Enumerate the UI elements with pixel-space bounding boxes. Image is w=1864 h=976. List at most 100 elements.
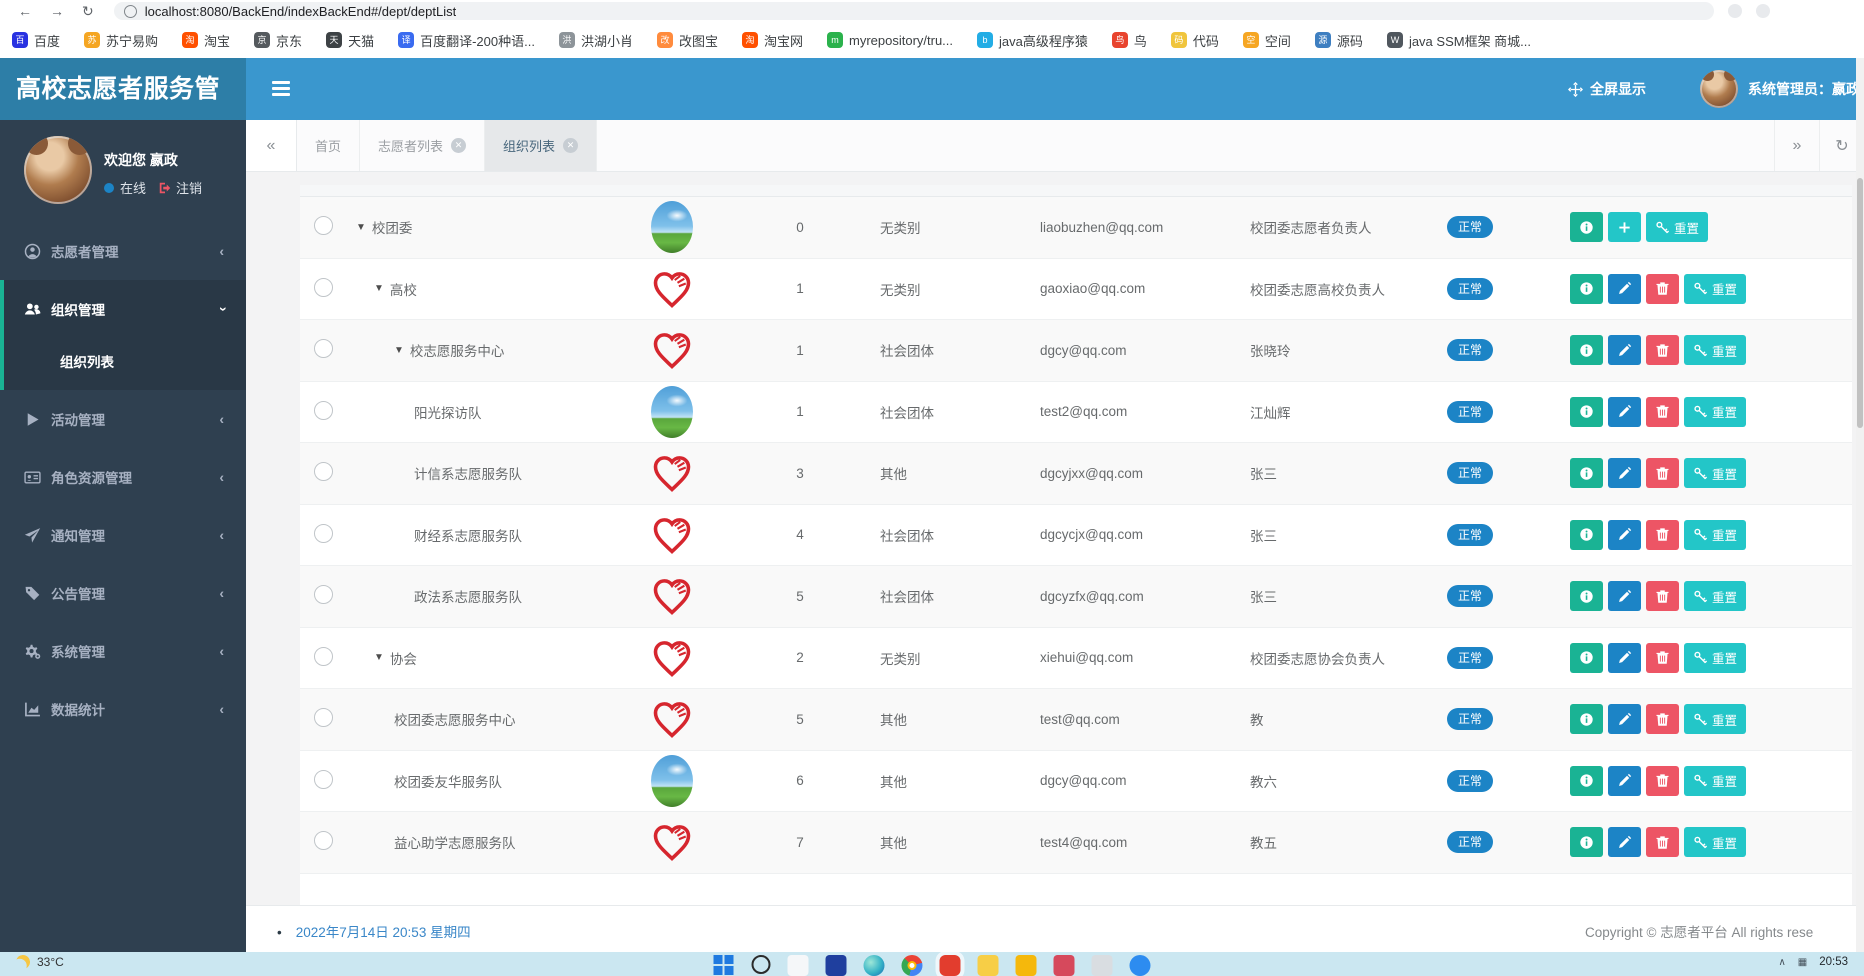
delete-button[interactable] xyxy=(1646,704,1679,734)
tab-close-icon[interactable]: ✕ xyxy=(563,138,578,153)
bookmark-item[interactable]: 百百度 xyxy=(12,31,60,50)
edit-button[interactable] xyxy=(1608,643,1641,673)
delete-button[interactable] xyxy=(1646,274,1679,304)
tab-3[interactable]: 组织列表✕ xyxy=(485,120,597,171)
sidebar-item-8[interactable]: 数据统计‹ xyxy=(0,680,246,738)
bookmark-item[interactable]: 源源码 xyxy=(1315,31,1363,50)
row-radio[interactable] xyxy=(314,462,333,481)
row-radio[interactable] xyxy=(314,770,333,789)
edit-button[interactable] xyxy=(1608,581,1641,611)
row-radio[interactable] xyxy=(314,401,333,420)
tray-network-icon[interactable]: ▦ xyxy=(1798,957,1807,968)
tray-expand-icon[interactable]: ∧ xyxy=(1778,957,1785,968)
app-gray-icon[interactable] xyxy=(1092,955,1113,976)
bookmark-item[interactable]: 天天猫 xyxy=(326,31,374,50)
reset-password-button[interactable]: 重置 xyxy=(1684,581,1746,611)
bookmark-item[interactable]: 码代码 xyxy=(1171,31,1219,50)
reset-password-button[interactable]: 重置 xyxy=(1646,212,1708,242)
reset-password-button[interactable]: 重置 xyxy=(1684,274,1746,304)
edit-button[interactable] xyxy=(1608,520,1641,550)
delete-button[interactable] xyxy=(1646,581,1679,611)
edit-button[interactable] xyxy=(1608,766,1641,796)
bookmark-item[interactable]: 苏苏宁易购 xyxy=(84,31,158,50)
caret-down-icon[interactable]: ▼ xyxy=(374,652,384,663)
reset-password-button[interactable]: 重置 xyxy=(1684,458,1746,488)
edit-button[interactable] xyxy=(1608,397,1641,427)
delete-button[interactable] xyxy=(1646,335,1679,365)
row-radio[interactable] xyxy=(314,339,333,358)
back-icon[interactable]: ← xyxy=(18,0,32,22)
row-radio[interactable] xyxy=(314,524,333,543)
windows-start-icon[interactable] xyxy=(714,955,735,976)
info-button[interactable] xyxy=(1570,335,1603,365)
reset-password-button[interactable]: 重置 xyxy=(1684,704,1746,734)
info-button[interactable] xyxy=(1570,581,1603,611)
tab-1[interactable]: 首页 xyxy=(297,120,360,171)
bookmark-item[interactable]: 淘淘宝 xyxy=(182,31,230,50)
delete-button[interactable] xyxy=(1646,827,1679,857)
bookmark-item[interactable]: 译百度翻译-200种语... xyxy=(398,31,535,50)
taskbar-clock[interactable]: 20:53 xyxy=(1819,956,1848,968)
edit-button[interactable] xyxy=(1608,335,1641,365)
music-icon[interactable] xyxy=(940,955,961,976)
logout-button[interactable]: 注销 xyxy=(158,178,202,197)
info-button[interactable] xyxy=(1570,274,1603,304)
row-radio[interactable] xyxy=(314,216,333,235)
bookmark-item[interactable]: bjava高级程序猿 xyxy=(977,31,1088,50)
sidebar-toggle-icon[interactable] xyxy=(272,81,292,97)
file-explorer-icon[interactable] xyxy=(978,955,999,976)
caret-down-icon[interactable]: ▼ xyxy=(356,222,366,233)
tab-close-icon[interactable]: ✕ xyxy=(451,138,466,153)
edit-button[interactable] xyxy=(1608,704,1641,734)
browser-menu-icon[interactable] xyxy=(1756,4,1770,18)
delete-button[interactable] xyxy=(1646,458,1679,488)
reset-password-button[interactable]: 重置 xyxy=(1684,827,1746,857)
reload-icon[interactable]: ↻ xyxy=(82,0,94,22)
info-button[interactable] xyxy=(1570,520,1603,550)
reset-password-button[interactable]: 重置 xyxy=(1684,335,1746,365)
widgets-icon[interactable] xyxy=(788,955,809,976)
row-radio[interactable] xyxy=(314,831,333,850)
sidebar-item-7[interactable]: 系统管理‹ xyxy=(0,622,246,680)
delete-button[interactable] xyxy=(1646,766,1679,796)
bookmark-item[interactable]: Wjava SSM框架 商城... xyxy=(1387,31,1531,50)
taskbar-weather[interactable]: 33°C xyxy=(16,955,64,969)
sidebar-item-3[interactable]: 活动管理‹ xyxy=(0,390,246,448)
row-radio[interactable] xyxy=(314,585,333,604)
delete-button[interactable] xyxy=(1646,643,1679,673)
info-button[interactable] xyxy=(1570,212,1603,242)
sidebar-item-2[interactable]: 组织管理‹ xyxy=(4,280,246,338)
tabs-scroll-right-icon[interactable]: » xyxy=(1774,120,1819,171)
footer-date-link[interactable]: 2022年7月14日 20:53 星期四 xyxy=(277,921,471,941)
browser-profile-icon[interactable] xyxy=(1728,4,1742,18)
tabs-scroll-left-icon[interactable]: « xyxy=(246,120,297,171)
sidebar-item-4[interactable]: 角色资源管理‹ xyxy=(0,448,246,506)
row-radio[interactable] xyxy=(314,708,333,727)
bookmark-item[interactable]: 洪洪湖小肖 xyxy=(559,31,633,50)
vertical-scrollbar[interactable] xyxy=(1856,58,1864,952)
edge-icon[interactable] xyxy=(864,955,885,976)
row-radio[interactable] xyxy=(314,278,333,297)
address-bar[interactable]: localhost:8080/BackEnd/indexBackEnd#/dep… xyxy=(114,2,1714,20)
search-icon[interactable] xyxy=(752,955,771,974)
caret-down-icon[interactable]: ▼ xyxy=(374,283,384,294)
avatar[interactable] xyxy=(1700,70,1738,108)
site-info-icon[interactable] xyxy=(124,5,137,18)
row-radio[interactable] xyxy=(314,647,333,666)
reset-password-button[interactable]: 重置 xyxy=(1684,766,1746,796)
fullscreen-button[interactable]: 全屏显示 xyxy=(1568,58,1646,120)
reset-password-button[interactable]: 重置 xyxy=(1684,643,1746,673)
meeting-app-icon[interactable] xyxy=(1130,955,1151,976)
forward-icon[interactable]: → xyxy=(50,0,64,22)
reset-password-button[interactable]: 重置 xyxy=(1684,520,1746,550)
caret-down-icon[interactable]: ▼ xyxy=(394,345,404,356)
info-button[interactable] xyxy=(1570,704,1603,734)
sidebar-item-5[interactable]: 通知管理‹ xyxy=(0,506,246,564)
sidebar-subitem-org-list[interactable]: 组织列表 xyxy=(4,338,246,384)
scrollbar-thumb[interactable] xyxy=(1857,178,1863,428)
reset-password-button[interactable]: 重置 xyxy=(1684,397,1746,427)
chrome-icon[interactable] xyxy=(902,955,923,976)
taskbar-tray[interactable]: ∧ ▦ 20:53 xyxy=(1778,956,1848,968)
bookmark-item[interactable]: 淘淘宝网 xyxy=(742,31,803,50)
info-button[interactable] xyxy=(1570,397,1603,427)
